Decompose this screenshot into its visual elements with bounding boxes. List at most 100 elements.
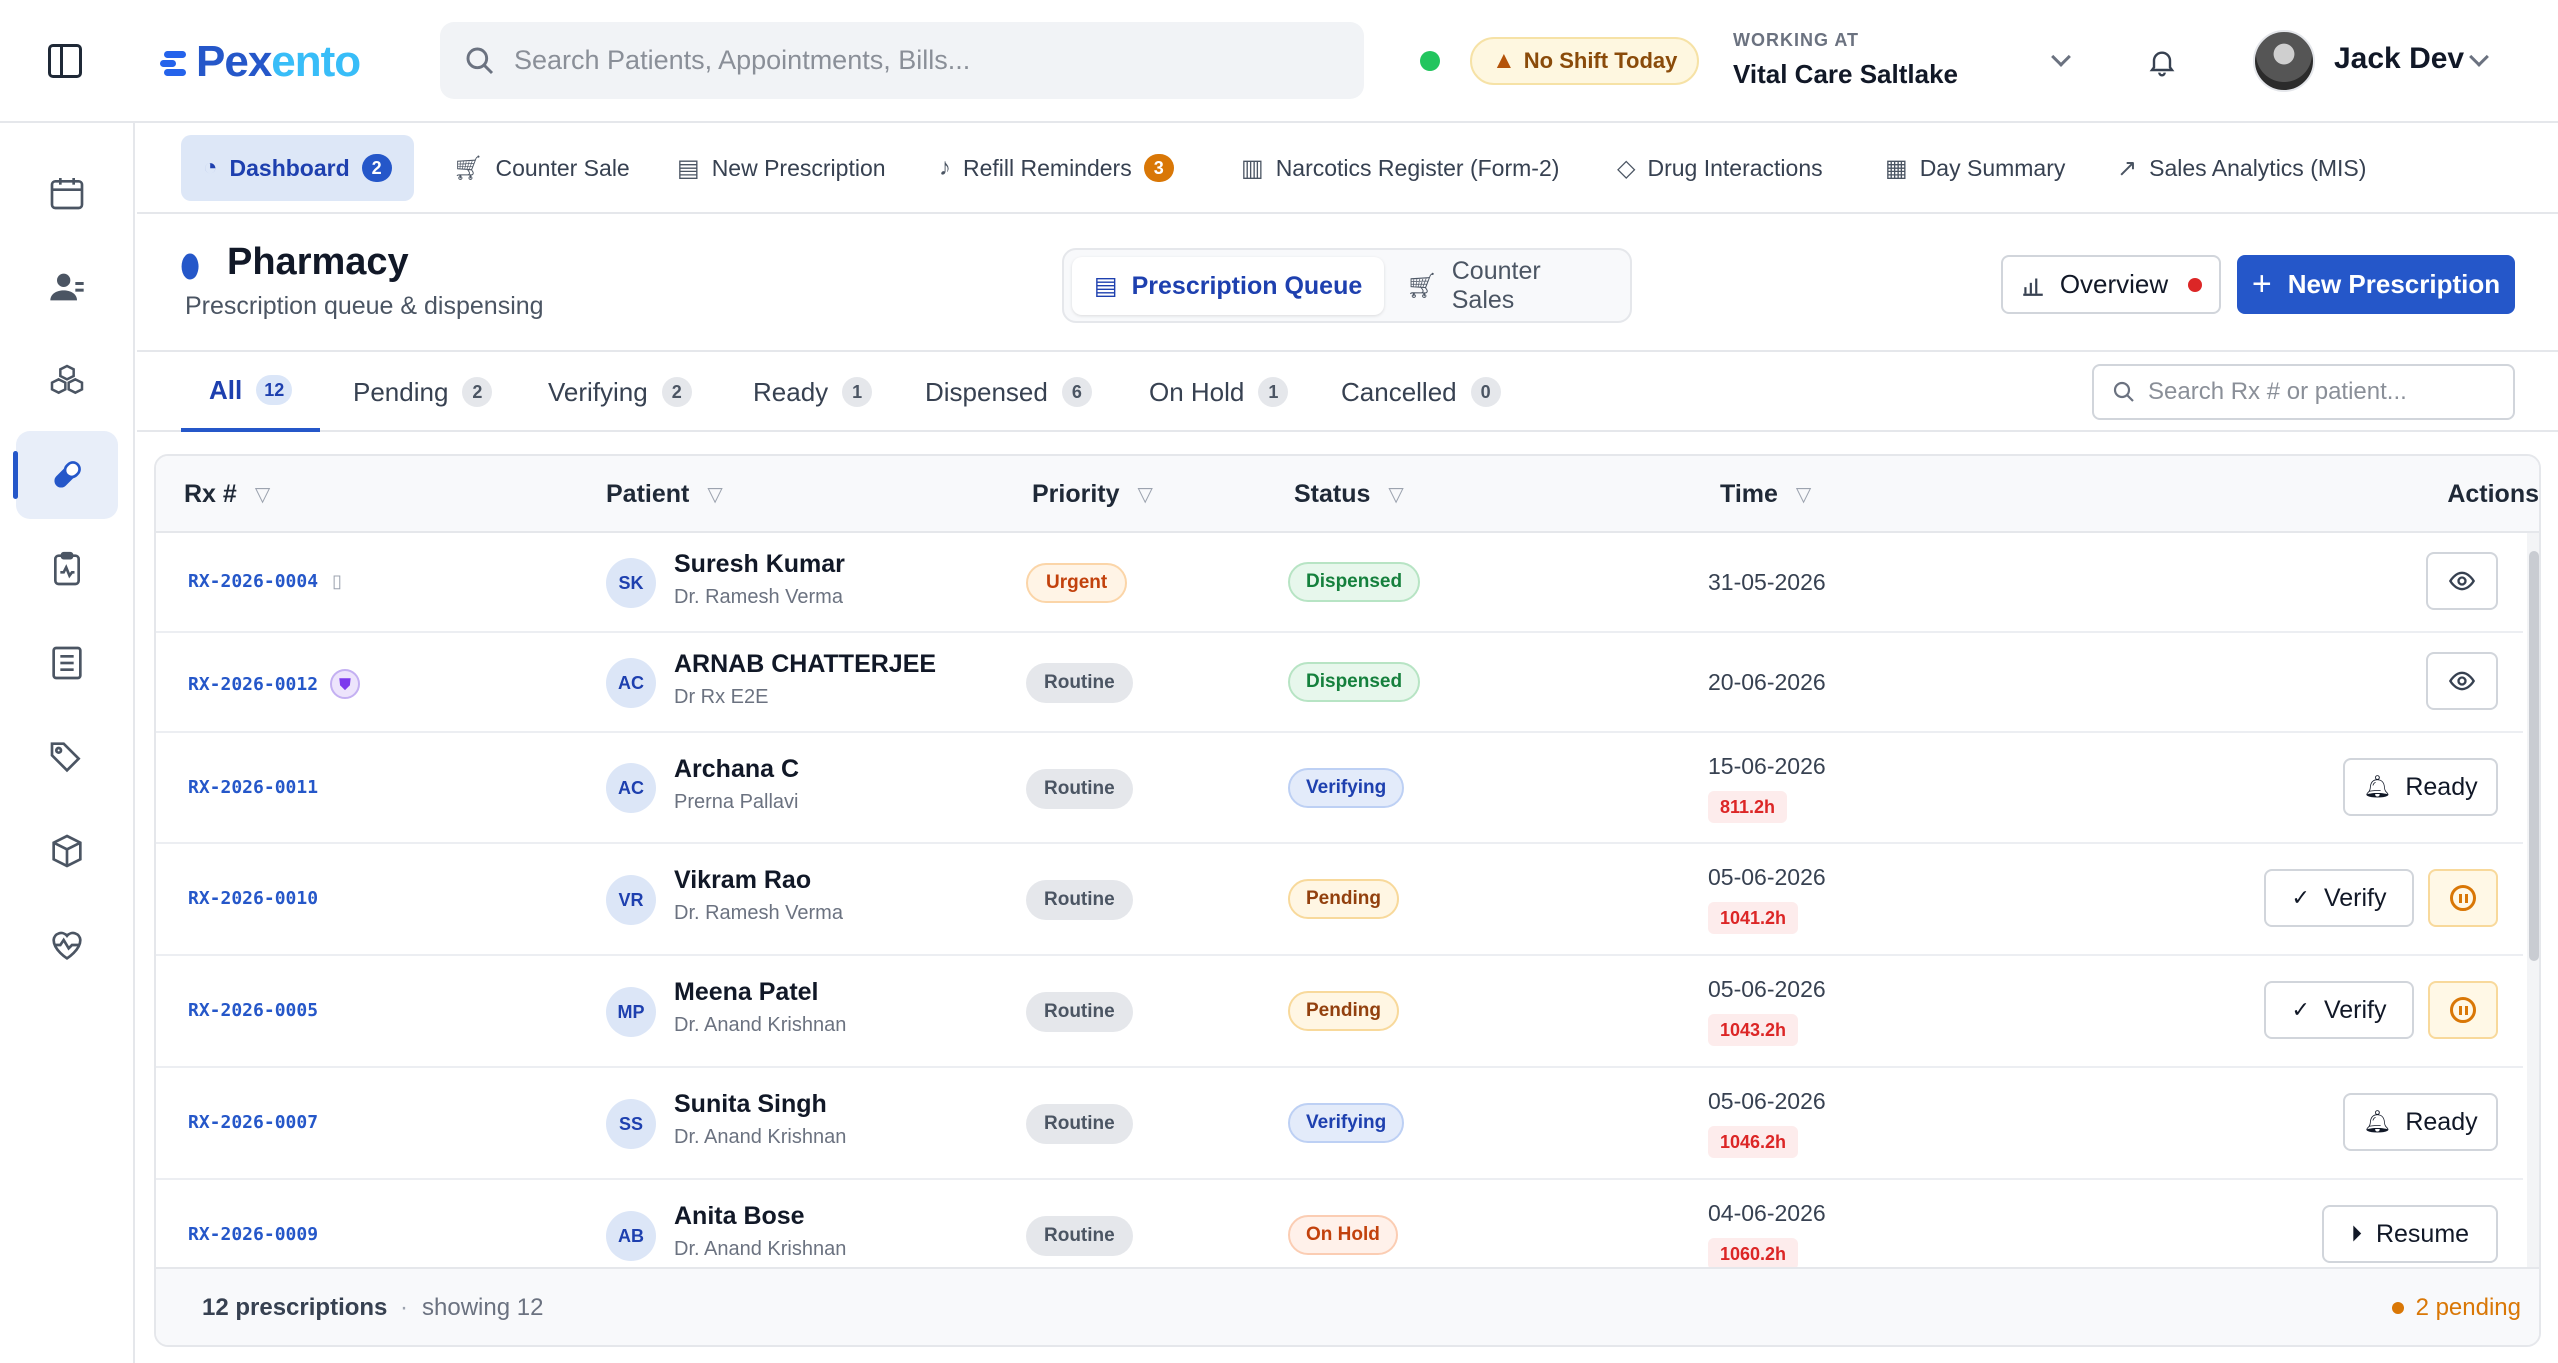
seg-counter-sales[interactable]: 🛒︎ Counter Sales bbox=[1384, 257, 1630, 315]
user-avatar[interactable] bbox=[2253, 30, 2315, 92]
table-row[interactable]: RX-2026-0005 MP Meena Patel Dr. Anand Kr… bbox=[156, 956, 2523, 1068]
patient-avatar: SK bbox=[606, 558, 656, 608]
doctor-name: Prerna Pallavi bbox=[674, 791, 799, 813]
rx-date: 05-06-2026 bbox=[1708, 976, 1826, 1002]
global-search-input[interactable] bbox=[514, 45, 1334, 76]
sidebar-item-inventory[interactable] bbox=[16, 337, 118, 425]
status-tab-count: 2 bbox=[462, 377, 493, 407]
scrollbar-thumb[interactable] bbox=[2529, 551, 2539, 961]
bell-icon: ♪ bbox=[939, 154, 951, 181]
pharmacy-pill-icon: ⬮ bbox=[180, 248, 201, 284]
pending-summary[interactable]: 2 pending bbox=[2391, 1294, 2521, 1322]
rx-number[interactable]: RX-2026-0004 ▯ bbox=[188, 571, 342, 592]
shift-status-text: No Shift Today bbox=[1523, 48, 1678, 73]
sidebar-item-vitals[interactable] bbox=[16, 901, 118, 989]
user-name[interactable]: Jack Dev bbox=[2334, 42, 2464, 76]
status-tab-label: Dispensed bbox=[925, 376, 1048, 407]
status-tab-label: Cancelled bbox=[1341, 376, 1457, 407]
patient-name: Sunita Singh bbox=[674, 1090, 827, 1118]
hold-button[interactable] bbox=[2428, 981, 2498, 1039]
view-button[interactable] bbox=[2426, 652, 2498, 710]
rx-search-input[interactable] bbox=[2148, 378, 2488, 406]
seg-prescription-queue[interactable]: ▤ Prescription Queue bbox=[1072, 257, 1385, 315]
global-search[interactable] bbox=[440, 22, 1364, 99]
rx-number[interactable]: RX-2026-0010 bbox=[188, 888, 318, 909]
rx-date: 04-06-2026 bbox=[1708, 1200, 1826, 1226]
working-location[interactable]: WORKING AT Vital Care Saltlake bbox=[1733, 30, 1958, 90]
sidebar-item-billing[interactable] bbox=[16, 619, 118, 707]
doctor-name: Dr. Ramesh Verma bbox=[674, 902, 843, 924]
sidebar-item-reports[interactable] bbox=[16, 525, 118, 613]
bell-icon: 🔔︎ bbox=[2363, 774, 2392, 799]
verify-button[interactable]: ✓ Verify bbox=[2264, 981, 2414, 1039]
rx-number[interactable]: RX-2026-0009 bbox=[188, 1224, 318, 1245]
table-row[interactable]: RX-2026-0012 ⛊ AC ARNAB CHATTERJEE Dr Rx … bbox=[156, 633, 2523, 733]
sidebar-item-pharmacy[interactable] bbox=[13, 431, 118, 519]
sidebar-item-calendar[interactable] bbox=[16, 149, 118, 237]
doctor-name: Dr. Anand Krishnan bbox=[674, 1014, 847, 1036]
status-tab-ready[interactable]: Ready 1 bbox=[753, 352, 873, 432]
nav-tab-sales-analytics[interactable]: ↗ Sales Analytics (MIS) bbox=[2117, 135, 2366, 201]
footer-separator: · bbox=[400, 1294, 408, 1321]
showing-count: showing 12 bbox=[422, 1294, 544, 1321]
ready-button[interactable]: 🔔︎ Ready bbox=[2343, 1093, 2498, 1151]
rx-date: 05-06-2026 bbox=[1708, 864, 1826, 890]
priority-badge: Routine bbox=[1026, 769, 1133, 809]
hold-button[interactable] bbox=[2428, 869, 2498, 927]
sidebar-item-patients[interactable] bbox=[16, 243, 118, 331]
elapsed-time-badge: 1041.2h bbox=[1708, 902, 1799, 934]
table-row[interactable]: RX-2026-0009 AB Anita Bose Dr. Anand Kri… bbox=[156, 1180, 2523, 1270]
top-bar: Pexento ▲ No Shift Today WORKING AT Vita… bbox=[0, 0, 2558, 123]
pause-icon bbox=[2450, 997, 2476, 1023]
table-scrollbar[interactable] bbox=[2527, 533, 2539, 1267]
patient-name: Meena Patel bbox=[674, 978, 819, 1006]
nav-tab-day-summary[interactable]: ▦ Day Summary bbox=[1885, 135, 2065, 201]
ledger-icon bbox=[52, 646, 82, 680]
status-tab-cancelled[interactable]: Cancelled 0 bbox=[1341, 352, 1501, 432]
nav-tab-refill-reminders[interactable]: ♪ Refill Reminders 3 bbox=[939, 135, 1174, 201]
user-menu-chevron-down-icon[interactable] bbox=[2469, 47, 2489, 67]
clipboard-icon: ▦ bbox=[1885, 154, 1908, 182]
status-tab-pending[interactable]: Pending 2 bbox=[353, 352, 493, 432]
nav-tab-narcotics-register[interactable]: ▥ Narcotics Register (Form-2) bbox=[1241, 135, 1559, 201]
nav-tab-drug-interactions[interactable]: ◇ Drug Interactions bbox=[1617, 135, 1823, 201]
rx-number[interactable]: RX-2026-0005 bbox=[188, 1000, 318, 1021]
verify-button[interactable]: ✓ Verify bbox=[2264, 869, 2414, 927]
overview-label: Overview bbox=[2059, 269, 2169, 299]
table-row[interactable]: RX-2026-0007 SS Sunita Singh Dr. Anand K… bbox=[156, 1068, 2523, 1180]
app-root: Pexento ▲ No Shift Today WORKING AT Vita… bbox=[0, 0, 2558, 1363]
nav-tab-counter-sale[interactable]: 🛒︎ Counter Sale bbox=[453, 135, 630, 201]
new-prescription-button[interactable]: + New Prescription bbox=[2237, 255, 2515, 314]
table-row[interactable]: RX-2026-0010 VR Vikram Rao Dr. Ramesh Ve… bbox=[156, 844, 2523, 956]
view-button[interactable] bbox=[2426, 552, 2498, 610]
rx-search[interactable] bbox=[2092, 364, 2515, 420]
status-tab-all[interactable]: All 12 bbox=[181, 352, 321, 432]
status-badge: Pending bbox=[1288, 991, 1399, 1031]
notifications-bell-icon[interactable] bbox=[2146, 44, 2178, 80]
nav-tab-label: New Prescription bbox=[711, 154, 886, 181]
rx-number[interactable]: RX-2026-0012 ⛊ bbox=[188, 669, 361, 699]
nav-tab-label: Narcotics Register (Form-2) bbox=[1275, 154, 1560, 181]
check-circle-icon: ✓ bbox=[2291, 997, 2310, 1022]
rx-number[interactable]: RX-2026-0007 bbox=[188, 1112, 318, 1133]
patient-avatar: SS bbox=[606, 1099, 656, 1149]
location-chevron-down-icon[interactable] bbox=[2051, 47, 2071, 67]
resume-button[interactable]: ⏵ Resume bbox=[2322, 1205, 2498, 1263]
logo-text-accent: ento bbox=[271, 37, 361, 86]
sidebar-item-stock[interactable] bbox=[16, 807, 118, 895]
table-row[interactable]: RX-2026-0011 AC Archana C Prerna Pallavi… bbox=[156, 733, 2523, 844]
status-tab-verifying[interactable]: Verifying 2 bbox=[548, 352, 692, 432]
priority-badge: Routine bbox=[1026, 1104, 1133, 1144]
logo[interactable]: Pexento bbox=[160, 32, 361, 92]
status-tab-dispensed[interactable]: Dispensed 6 bbox=[925, 352, 1092, 432]
table-row[interactable]: RX-2026-0004 ▯ SK Suresh Kumar Dr. Ramesh… bbox=[156, 533, 2523, 633]
users-icon bbox=[50, 273, 84, 301]
nav-tab-dashboard[interactable]: ◔ Dashboard 2 bbox=[181, 135, 414, 201]
nav-tab-new-prescription[interactable]: ▤ New Prescription bbox=[677, 135, 886, 201]
status-tab-on-hold[interactable]: On Hold 1 bbox=[1149, 352, 1289, 432]
sidebar-toggle-icon[interactable] bbox=[48, 44, 82, 78]
rx-number[interactable]: RX-2026-0011 bbox=[188, 777, 318, 798]
overview-button[interactable]: Overview bbox=[2001, 255, 2221, 314]
sidebar-item-pricing[interactable] bbox=[16, 713, 118, 801]
ready-button[interactable]: 🔔︎ Ready bbox=[2343, 758, 2498, 816]
